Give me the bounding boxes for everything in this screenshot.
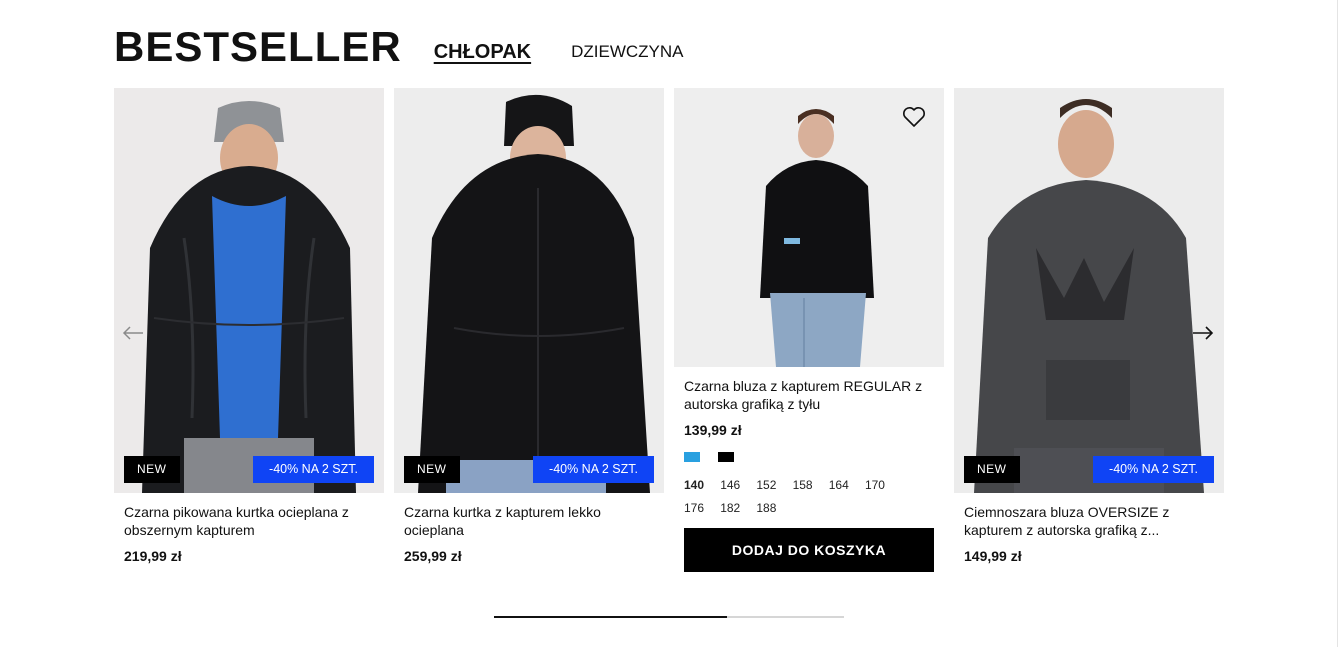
arrow-right-icon[interactable] — [1191, 322, 1215, 344]
size-option[interactable]: 182 — [720, 497, 756, 520]
badge-new: NEW — [124, 456, 180, 483]
color-swatch-blue[interactable] — [684, 452, 700, 462]
badge-new: NEW — [404, 456, 460, 483]
tab-girl[interactable]: DZIEWCZYNA — [571, 42, 683, 62]
color-swatch-black[interactable] — [718, 452, 734, 462]
size-option[interactable]: 140 — [684, 474, 720, 497]
carousel-progress-fill — [494, 616, 728, 618]
section-title: BESTSELLER — [114, 23, 402, 70]
product-image[interactable]: NEW -40% NA 2 SZT. — [954, 88, 1224, 493]
size-option[interactable]: 170 — [865, 474, 901, 497]
product-image[interactable]: NEW -40% NA 2 SZT. — [394, 88, 664, 493]
badge-new: NEW — [964, 456, 1020, 483]
badge-promo: -40% NA 2 SZT. — [1093, 456, 1214, 483]
arrow-left-icon[interactable] — [121, 322, 145, 344]
product-name[interactable]: Czarna pikowana kurtka ocieplana z obsze… — [124, 503, 374, 539]
size-option[interactable]: 146 — [720, 474, 756, 497]
section-header: BESTSELLER CHŁOPAK DZIEWCZYNA — [114, 22, 684, 70]
product-price: 259,99 zł — [404, 548, 462, 564]
carousel-progress-bar[interactable] — [494, 616, 844, 618]
product-name[interactable]: Ciemnoszara bluza OVERSIZE z kapturem z … — [964, 503, 1214, 539]
size-option[interactable]: 164 — [829, 474, 865, 497]
tab-boy[interactable]: CHŁOPAK — [434, 42, 531, 62]
product-card[interactable]: NEW -40% NA 2 SZT. Czarna kurtka z kaptu… — [394, 88, 664, 564]
product-card-hovered[interactable]: Czarna bluza z kapturem REGULAR z autors… — [674, 88, 944, 572]
page-edge — [1337, 0, 1338, 647]
heart-icon[interactable] — [902, 106, 926, 128]
product-price: 149,99 zł — [964, 548, 1022, 564]
product-name[interactable]: Czarna bluza z kapturem REGULAR z autors… — [684, 377, 934, 413]
size-option[interactable]: 158 — [793, 474, 829, 497]
product-name[interactable]: Czarna kurtka z kapturem lekko ocieplana — [404, 503, 654, 539]
add-to-cart-button[interactable]: DODAJ DO KOSZYKA — [684, 528, 934, 572]
size-options: 140 146 152 158 164 170 176 182 188 — [684, 474, 934, 520]
product-price: 219,99 zł — [124, 548, 182, 564]
size-option[interactable]: 152 — [756, 474, 792, 497]
badge-promo: -40% NA 2 SZT. — [533, 456, 654, 483]
product-image[interactable]: NEW -40% NA 2 SZT. — [114, 88, 384, 493]
badge-promo: -40% NA 2 SZT. — [253, 456, 374, 483]
color-swatches — [684, 452, 934, 464]
product-price: 139,99 zł — [684, 422, 742, 438]
product-image[interactable] — [674, 88, 944, 367]
size-option[interactable]: 188 — [756, 497, 792, 520]
size-option[interactable]: 176 — [684, 497, 720, 520]
product-card[interactable]: NEW -40% NA 2 SZT. Ciemnoszara bluza OVE… — [954, 88, 1224, 564]
product-card[interactable]: NEW -40% NA 2 SZT. Czarna pikowana kurtk… — [114, 88, 384, 564]
